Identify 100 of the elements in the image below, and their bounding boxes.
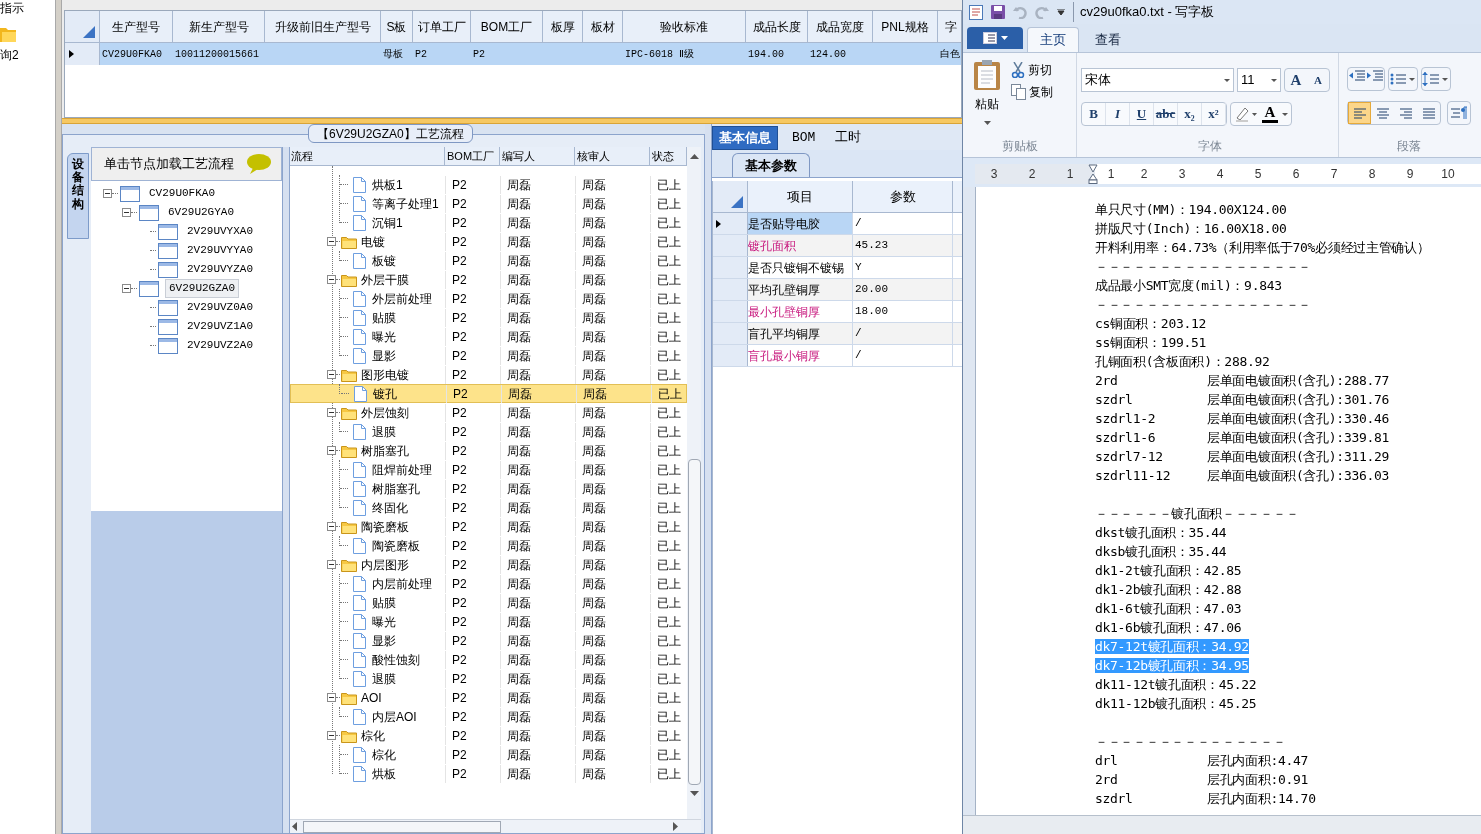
selected-cell[interactable]: 盲孔最小铜厚	[748, 345, 853, 366]
font-size-field[interactable]: 11	[1237, 68, 1281, 92]
tree-node[interactable]: 2V29UVZ1A0	[184, 318, 256, 335]
font-color-button[interactable]: A	[1262, 105, 1278, 123]
process-row[interactable]: 陶瓷磨板 P2 周磊 周磊 已上	[290, 517, 687, 536]
column-header[interactable]: 成品长度	[746, 11, 808, 43]
column-header[interactable]: 验收标准	[623, 11, 746, 43]
tab[interactable]: 工时	[829, 126, 868, 150]
column-header[interactable]: 新生产型号	[173, 11, 265, 43]
shrink-font-button[interactable]: A	[1307, 69, 1329, 91]
tree-node[interactable]: 2V29UVYXA0	[184, 223, 256, 240]
copy-button[interactable]: 复制	[1011, 83, 1053, 101]
format-button[interactable]: abc	[1154, 103, 1178, 125]
column-header[interactable]: BOM工厂	[471, 11, 543, 43]
process-row[interactable]: 沉铜1 P2 周磊 周磊 已上	[290, 213, 687, 232]
process-row[interactable]: 内层AOI P2 周磊 周磊 已上	[290, 707, 687, 726]
selected-cell[interactable]: 平均孔壁铜厚	[748, 279, 853, 300]
process-row[interactable]: 板镀 P2 周磊 周磊 已上	[290, 251, 687, 270]
bullet-list-icon[interactable]	[1389, 71, 1407, 87]
process-row[interactable]: 显影 P2 周磊 周磊 已上	[290, 346, 687, 365]
process-row[interactable]: 外层干膜 P2 周磊 周磊 已上	[290, 270, 687, 289]
process-row[interactable]: 棕化 P2 周磊 周磊 已上	[290, 726, 687, 745]
tab[interactable]: 基本信息	[712, 126, 778, 150]
column-header[interactable]: S板	[381, 11, 413, 43]
selected-cell[interactable]: 盲孔平均铜厚	[748, 323, 853, 344]
paste-button[interactable]: 粘贴	[963, 59, 1011, 137]
side-label[interactable]: 询2	[0, 46, 55, 64]
table-row[interactable]: 盲孔最小铜厚 /	[713, 345, 962, 367]
process-row[interactable]: 阻焊前处理 P2 周磊 周磊 已上	[290, 460, 687, 479]
table-row[interactable]: CV29U0FKA0 10011200015661 母板 P2 P2 IPC-6018 Ⅱ级 194.00 124.00 白色	[65, 43, 961, 65]
increase-indent-icon[interactable]	[1366, 68, 1384, 84]
collapse-icon[interactable]	[327, 693, 336, 702]
collapse-icon[interactable]	[327, 408, 336, 417]
tree-node[interactable]: 2V29UVYYA0	[184, 242, 256, 259]
column-header[interactable]: PNL规格	[873, 11, 938, 43]
table-row[interactable]: 是否只镀铜不镀锡 Y	[713, 257, 962, 279]
scrollbar-thumb[interactable]	[687, 459, 701, 785]
line-spacing-icon[interactable]	[1422, 71, 1440, 87]
highlighter-icon[interactable]	[1234, 106, 1258, 122]
collapse-icon[interactable]	[327, 560, 336, 569]
column-header[interactable]: BOM工厂	[445, 147, 500, 166]
format-button[interactable]: x₂	[1178, 103, 1202, 125]
save-icon[interactable]	[991, 5, 1005, 19]
process-row[interactable]: 曝光 P2 周磊 周磊 已上	[290, 327, 687, 346]
tree-node[interactable]: CV29U0FKA0	[146, 185, 218, 202]
document-icon[interactable]	[969, 4, 983, 20]
process-row[interactable]: 图形电镀 P2 周磊 周磊 已上	[290, 365, 687, 384]
process-row[interactable]: 内层前处理 P2 周磊 周磊 已上	[290, 574, 687, 593]
process-row[interactable]: 贴膜 P2 周磊 周磊 已上	[290, 593, 687, 612]
collapse-icon[interactable]	[327, 237, 336, 246]
scroll-left-icon[interactable]	[292, 822, 297, 831]
process-row[interactable]: 外层前处理 P2 周磊 周磊 已上	[290, 289, 687, 308]
scrollbar-thumb[interactable]	[303, 820, 501, 833]
table-row[interactable]: 是否贴导电胶 /	[713, 213, 962, 235]
tree-node[interactable]: 2V29UVZ0A0	[184, 299, 256, 316]
column-header[interactable]: 项目	[748, 181, 853, 213]
column-header[interactable]: 板材	[583, 11, 623, 43]
tab[interactable]: 基本参数	[732, 153, 810, 177]
cut-button[interactable]: 剪切	[1011, 61, 1053, 79]
selected-cell[interactable]: 镀孔面积	[748, 235, 853, 256]
column-header[interactable]: 字	[938, 11, 961, 43]
align-left-button[interactable]	[1348, 102, 1371, 124]
grow-font-button[interactable]: A	[1285, 69, 1307, 91]
collapse-icon[interactable]	[122, 284, 131, 293]
dropdown-icon[interactable]	[1282, 112, 1288, 116]
process-row[interactable]: 终固化 P2 周磊 周磊 已上	[290, 498, 687, 517]
font-name-field[interactable]: 宋体	[1081, 68, 1234, 92]
process-row[interactable]: 曝光 P2 周磊 周磊 已上	[290, 612, 687, 631]
column-header[interactable]: 生产型号	[100, 11, 173, 43]
column-header[interactable]: 升级前旧生产型号	[265, 11, 381, 43]
indent-marker[interactable]	[1088, 164, 1098, 184]
paragraph-icon[interactable]	[1450, 105, 1468, 121]
selected-cell[interactable]: 是否贴导电胶	[748, 213, 853, 234]
scroll-up-icon[interactable]	[689, 154, 699, 159]
ribbon-tab[interactable]: 主页	[1027, 27, 1079, 52]
scrollbar-track[interactable]	[290, 819, 701, 833]
selected-cell[interactable]: 是否只镀铜不镀锡	[748, 257, 853, 278]
collapse-icon[interactable]	[103, 189, 112, 198]
tree-node[interactable]: 6V29U2GZA0	[165, 279, 239, 298]
process-row[interactable]: 烘板1 P2 周磊 周磊 已上	[290, 175, 687, 194]
tree-node[interactable]: 2V29UVZ2A0	[184, 337, 256, 354]
scroll-down-icon[interactable]	[689, 791, 699, 796]
format-button[interactable]: x²	[1202, 103, 1226, 125]
scroll-right-icon[interactable]	[673, 822, 678, 831]
column-header[interactable]: 编写人	[500, 147, 575, 166]
process-row[interactable]: 贴膜 P2 周磊 周磊 已上	[290, 308, 687, 327]
collapse-icon[interactable]	[327, 370, 336, 379]
tab[interactable]: BOM	[786, 126, 822, 150]
tree-node[interactable]: 2V29UVYZA0	[184, 261, 256, 278]
process-row[interactable]: 酸性蚀刻 P2 周磊 周磊 已上	[290, 650, 687, 669]
column-header[interactable]: 状态	[650, 147, 687, 166]
collapse-icon[interactable]	[122, 208, 131, 217]
process-row[interactable]: 电镀 P2 周磊 周磊 已上	[290, 232, 687, 251]
process-row[interactable]: 外层蚀刻 P2 周磊 周磊 已上	[290, 403, 687, 422]
collapse-icon[interactable]	[327, 731, 336, 740]
process-row[interactable]: 陶瓷磨板 P2 周磊 周磊 已上	[290, 536, 687, 555]
column-header[interactable]: 核审人	[575, 147, 650, 166]
column-header[interactable]: 板厚	[543, 11, 583, 43]
process-row[interactable]: 显影 P2 周磊 周磊 已上	[290, 631, 687, 650]
process-row[interactable]: AOI P2 周磊 周磊 已上	[290, 688, 687, 707]
